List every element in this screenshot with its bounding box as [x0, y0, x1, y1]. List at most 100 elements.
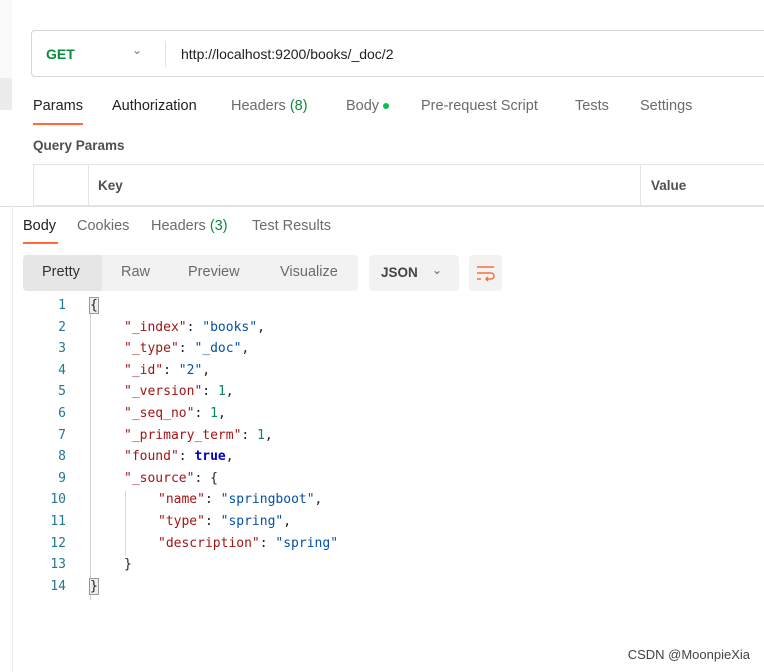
line-number: 10: [50, 492, 66, 508]
sidebar-edge: [0, 78, 12, 110]
code-token-key: "found": [124, 449, 179, 465]
code-token-str: "spring": [220, 514, 284, 529]
mode-pretty[interactable]: Pretty: [42, 264, 80, 280]
code-token-pun: }: [124, 557, 132, 573]
code-token-key: "_type": [124, 341, 179, 357]
code-token-str: "2": [178, 362, 203, 378]
wrap-lines-button[interactable]: [469, 255, 502, 291]
tab-pre-request-script[interactable]: Pre-request Script: [421, 98, 538, 114]
code-token-pun: :: [163, 362, 179, 378]
code-token-pun: :: [204, 514, 221, 529]
status-dot-icon: [383, 103, 390, 110]
tab-cookies[interactable]: Cookies: [77, 218, 129, 234]
mode-raw[interactable]: Raw: [121, 264, 150, 280]
code-line: "_version": 1,: [124, 384, 234, 399]
column-divider: [88, 165, 89, 207]
code-token-pun: : {: [194, 470, 218, 486]
code-token-pun: :: [202, 384, 218, 400]
column-header-value: Value: [651, 178, 687, 193]
line-number: 8: [58, 449, 66, 465]
pane-divider[interactable]: [0, 206, 764, 207]
line-number: 3: [58, 341, 66, 357]
tab-label: Headers: [151, 218, 206, 234]
code-token-pun: ,: [202, 362, 211, 378]
sidebar-edge: [0, 0, 12, 78]
mode-preview[interactable]: Preview: [188, 264, 240, 280]
active-tab-indicator: [23, 242, 58, 244]
line-number: 5: [58, 384, 66, 400]
code-gutter-line: [90, 300, 91, 600]
code-token-key: "_id": [124, 362, 164, 378]
wrap-lines-icon: [477, 266, 495, 282]
method-select[interactable]: GET: [46, 46, 75, 62]
code-line: "description": "spring": [158, 536, 338, 551]
tab-test-results[interactable]: Test Results: [252, 218, 331, 234]
tab-response-headers[interactable]: Headers (3): [151, 218, 228, 234]
chevron-down-icon: ⌄: [432, 263, 443, 277]
code-token-key: "_index": [124, 319, 187, 335]
divider: [165, 41, 166, 67]
code-token-pun: ,: [241, 341, 250, 357]
code-token-pun: ,: [217, 406, 226, 421]
code-token-num: 1: [210, 406, 218, 421]
watermark: CSDN @MoonpieXia: [627, 647, 750, 662]
code-line: }: [124, 557, 132, 572]
tab-tests[interactable]: Tests: [575, 98, 609, 114]
code-token-str: "springboot": [220, 492, 315, 508]
tab-body[interactable]: Body: [346, 98, 390, 114]
code-token-key: "_seq_no": [124, 406, 195, 421]
line-number: 6: [58, 406, 66, 421]
format-value: JSON: [381, 265, 418, 280]
tab-settings[interactable]: Settings: [640, 98, 692, 114]
tab-authorization[interactable]: Authorization: [112, 98, 197, 114]
code-token-pun: ,: [225, 449, 234, 465]
column-header-key: Key: [98, 178, 123, 193]
code-token-pun: :: [178, 341, 195, 357]
line-number: 4: [58, 362, 66, 378]
code-line: {: [89, 297, 99, 314]
code-token-pun: :: [186, 319, 203, 335]
line-number: 1: [58, 298, 66, 313]
code-token-pun: :: [241, 427, 258, 443]
code-line: "_type": "_doc",: [124, 341, 249, 356]
line-number: 7: [58, 427, 66, 443]
tab-params[interactable]: Params: [33, 98, 83, 114]
url-input[interactable]: http://localhost:9200/books/_doc/2: [181, 46, 393, 62]
line-number: 9: [58, 470, 66, 486]
tab-label: Body: [346, 98, 380, 114]
code-token-key: "_source": [124, 470, 195, 486]
mode-visualize[interactable]: Visualize: [280, 264, 338, 280]
code-token-pun: :: [194, 406, 211, 421]
code-token-str: "_doc": [194, 341, 242, 357]
active-tab-indicator: [33, 123, 83, 125]
query-params-title: Query Params: [33, 138, 125, 153]
tab-label: Headers: [231, 98, 286, 114]
code-token-pun: :: [178, 449, 195, 465]
code-line: "found": true,: [124, 449, 234, 464]
chevron-down-icon[interactable]: ⌄: [132, 43, 142, 57]
indent-guide: [125, 491, 126, 556]
code-line: }: [89, 577, 99, 595]
code-line: "_index": "books",: [124, 320, 265, 335]
line-number: 11: [50, 514, 66, 529]
line-number: 12: [50, 535, 66, 551]
tab-headers[interactable]: Headers (8): [231, 98, 308, 114]
code-token-pun: :: [259, 535, 276, 551]
code-token-pun: ,: [257, 319, 265, 335]
view-mode-selector: Pretty Raw Preview Visualize: [23, 255, 358, 291]
code-line: "type": "spring",: [158, 514, 291, 529]
code-line: "_id": "2",: [124, 363, 210, 378]
code-token-key: "description": [158, 535, 260, 551]
code-token-pun: ,: [225, 384, 234, 400]
code-token-str: "books": [202, 319, 258, 335]
format-dropdown[interactable]: JSON ⌄: [369, 255, 459, 291]
tab-response-body[interactable]: Body: [23, 218, 56, 234]
code-line: "_source": {: [124, 471, 218, 486]
code-token-str: "spring": [275, 535, 339, 551]
url-bar: GET ⌄ http://localhost:9200/books/_doc/2: [31, 30, 764, 77]
code-token-pun: :: [204, 492, 221, 508]
headers-count: (3): [209, 218, 228, 234]
code-token-brk: }: [89, 577, 99, 595]
headers-count: (8): [289, 98, 308, 114]
code-line: "_primary_term": 1,: [124, 428, 273, 443]
